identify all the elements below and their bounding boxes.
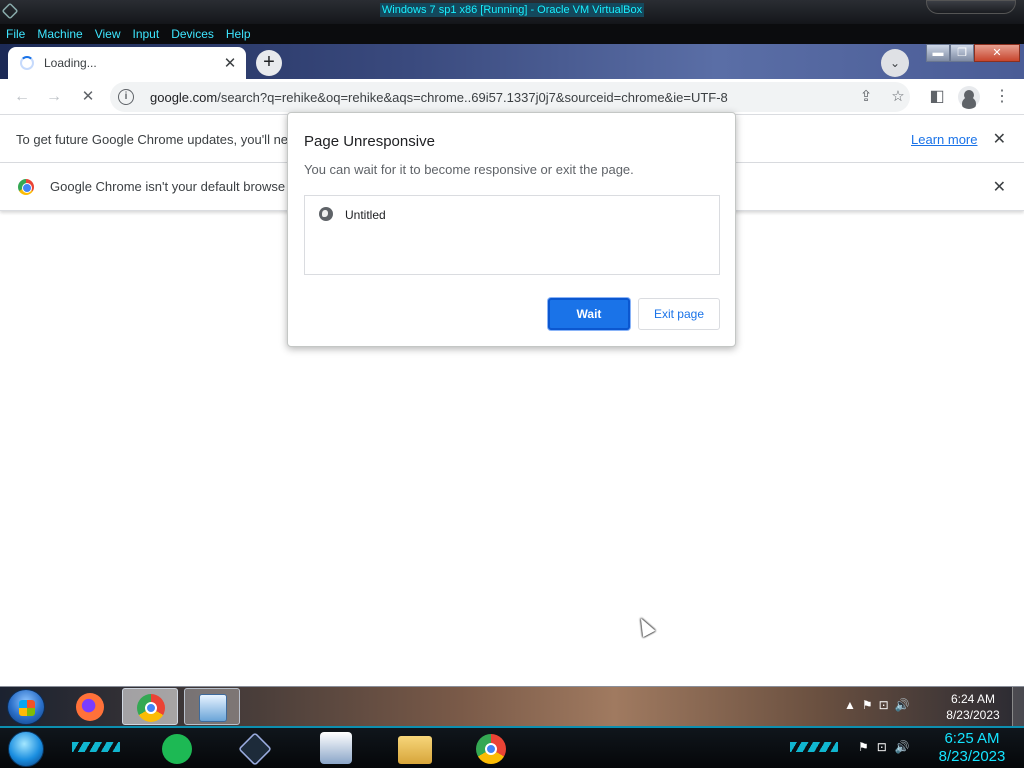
vbox-title-ornament [926, 0, 1016, 14]
star-icon[interactable]: ☆ [889, 88, 907, 106]
window-close-icon[interactable]: ✕ [974, 44, 1020, 62]
firefox-icon [76, 693, 104, 721]
taskbar-decoration [790, 742, 838, 752]
close-icon[interactable]: ✕ [993, 129, 1006, 149]
host-clock[interactable]: 6:25 AM 8/23/2023 [934, 730, 1010, 766]
vbox-menu-devices[interactable]: Devices [171, 27, 214, 41]
taskbar-remote-desktop[interactable] [184, 688, 240, 725]
guest-taskbar: ▲ ⚑ ⊡ 🔊 6:24 AM 8/23/2023 [0, 686, 1024, 727]
guest-clock[interactable]: 6:24 AM 8/23/2023 [940, 691, 1006, 723]
kebab-menu-icon[interactable]: ⋮ [992, 87, 1012, 107]
guest-system-tray: ▲ ⚑ ⊡ 🔊 [844, 698, 910, 712]
vbox-menu-view[interactable]: View [95, 27, 121, 41]
address-bar[interactable]: i google.com/search?q=rehike&oq=rehike&a… [110, 82, 910, 112]
action-center-flag-icon[interactable]: ⚑ [858, 740, 869, 754]
host-system-tray: ⚑ ⊡ 🔊 [858, 740, 910, 754]
close-icon[interactable]: ✕ [993, 177, 1006, 197]
volume-icon[interactable]: 🔊 [895, 740, 910, 754]
exit-page-button[interactable]: Exit page [638, 298, 720, 330]
file-explorer-icon[interactable] [398, 736, 432, 764]
globe-icon [319, 207, 333, 221]
side-panel-icon[interactable]: ◧ [927, 87, 947, 107]
virtualbox-icon[interactable] [238, 732, 272, 766]
chrome-icon [137, 694, 165, 722]
remote-desktop-icon [199, 694, 227, 722]
vbox-menu-file[interactable]: File [6, 27, 25, 41]
guest-date: 8/23/2023 [946, 708, 1000, 722]
browser-tab[interactable]: Loading... ✕ [8, 47, 246, 79]
vbox-window-title: Windows 7 sp1 x86 [Running] - Oracle VM … [379, 3, 645, 17]
arrow-left-icon[interactable]: ← [12, 87, 32, 107]
list-item: Untitled [345, 208, 386, 222]
tab-search-chevron-down-icon[interactable]: ⌄ [881, 49, 909, 77]
window-controls: ▬ ❐ ✕ [926, 44, 1020, 62]
unresponsive-pages-list: Untitled [304, 195, 720, 275]
host-time: 6:25 AM [944, 730, 1000, 747]
show-desktop-button[interactable] [1012, 687, 1024, 727]
vbox-menu-machine[interactable]: Machine [37, 27, 82, 41]
action-center-flag-icon[interactable]: ⚑ [862, 698, 873, 712]
tab-close-icon[interactable]: ✕ [220, 54, 240, 72]
arrow-right-icon[interactable]: → [44, 87, 64, 107]
taskbar-decoration [72, 742, 120, 752]
vbox-menu-help[interactable]: Help [226, 27, 251, 41]
stop-loading-icon[interactable]: ✕ [78, 87, 98, 107]
learn-more-link[interactable]: Learn more [911, 132, 977, 147]
host-taskbar: ⚑ ⊡ 🔊 6:25 AM 8/23/2023 [0, 726, 1024, 768]
update-infobar-text: To get future Google Chrome updates, you… [16, 131, 289, 147]
volume-icon[interactable]: 🔊 [895, 698, 910, 712]
guest-start-button[interactable] [7, 689, 45, 725]
browser-toolbar: ← → ✕ i google.com/search?q=rehike&oq=re… [0, 79, 1024, 115]
tab-strip: Loading... ✕ + ⌄ ▬ ❐ ✕ [0, 44, 1024, 79]
dialog-message: You can wait for it to become responsive… [304, 162, 634, 177]
taskbar-firefox[interactable] [62, 688, 118, 725]
windows7-vm-icon[interactable] [320, 732, 352, 764]
show-hidden-icons-icon[interactable]: ▲ [844, 698, 856, 712]
default-browser-text: Google Chrome isn't your default browse [50, 179, 286, 194]
minimize-icon[interactable]: ▬ [926, 44, 950, 62]
loading-spinner-icon [20, 56, 34, 70]
url-host: google.com [150, 89, 218, 105]
vbox-titlebar: Windows 7 sp1 x86 [Running] - Oracle VM … [0, 0, 1024, 24]
guest-time: 6:24 AM [950, 692, 996, 706]
host-date: 8/23/2023 [938, 748, 1006, 765]
url-text[interactable]: google.com/search?q=rehike&oq=rehike&aqs… [150, 90, 728, 105]
profile-avatar-icon[interactable] [958, 86, 980, 108]
network-icon[interactable]: ⊡ [879, 698, 889, 712]
dialog-title: Page Unresponsive [304, 133, 435, 150]
chrome-logo-icon [18, 178, 34, 195]
info-icon[interactable]: i [118, 89, 134, 105]
url-path: /search?q=rehike&oq=rehike&aqs=chrome..6… [217, 89, 728, 105]
share-icon[interactable]: ⇪ [857, 88, 875, 106]
tab-title: Loading... [44, 56, 97, 70]
maximize-icon[interactable]: ❐ [950, 44, 974, 62]
host-start-button[interactable] [8, 731, 44, 767]
vbox-menu-input[interactable]: Input [133, 27, 160, 41]
spotify-icon[interactable] [162, 734, 192, 764]
taskbar-chrome[interactable] [122, 688, 178, 725]
vbox-menubar: File Machine View Input Devices Help [0, 24, 1024, 44]
page-unresponsive-dialog: Page Unresponsive You can wait for it to… [287, 112, 736, 347]
chrome-icon[interactable] [476, 734, 506, 764]
network-icon[interactable]: ⊡ [877, 740, 887, 754]
new-tab-button[interactable]: + [256, 50, 282, 76]
wait-button[interactable]: Wait [548, 298, 630, 330]
